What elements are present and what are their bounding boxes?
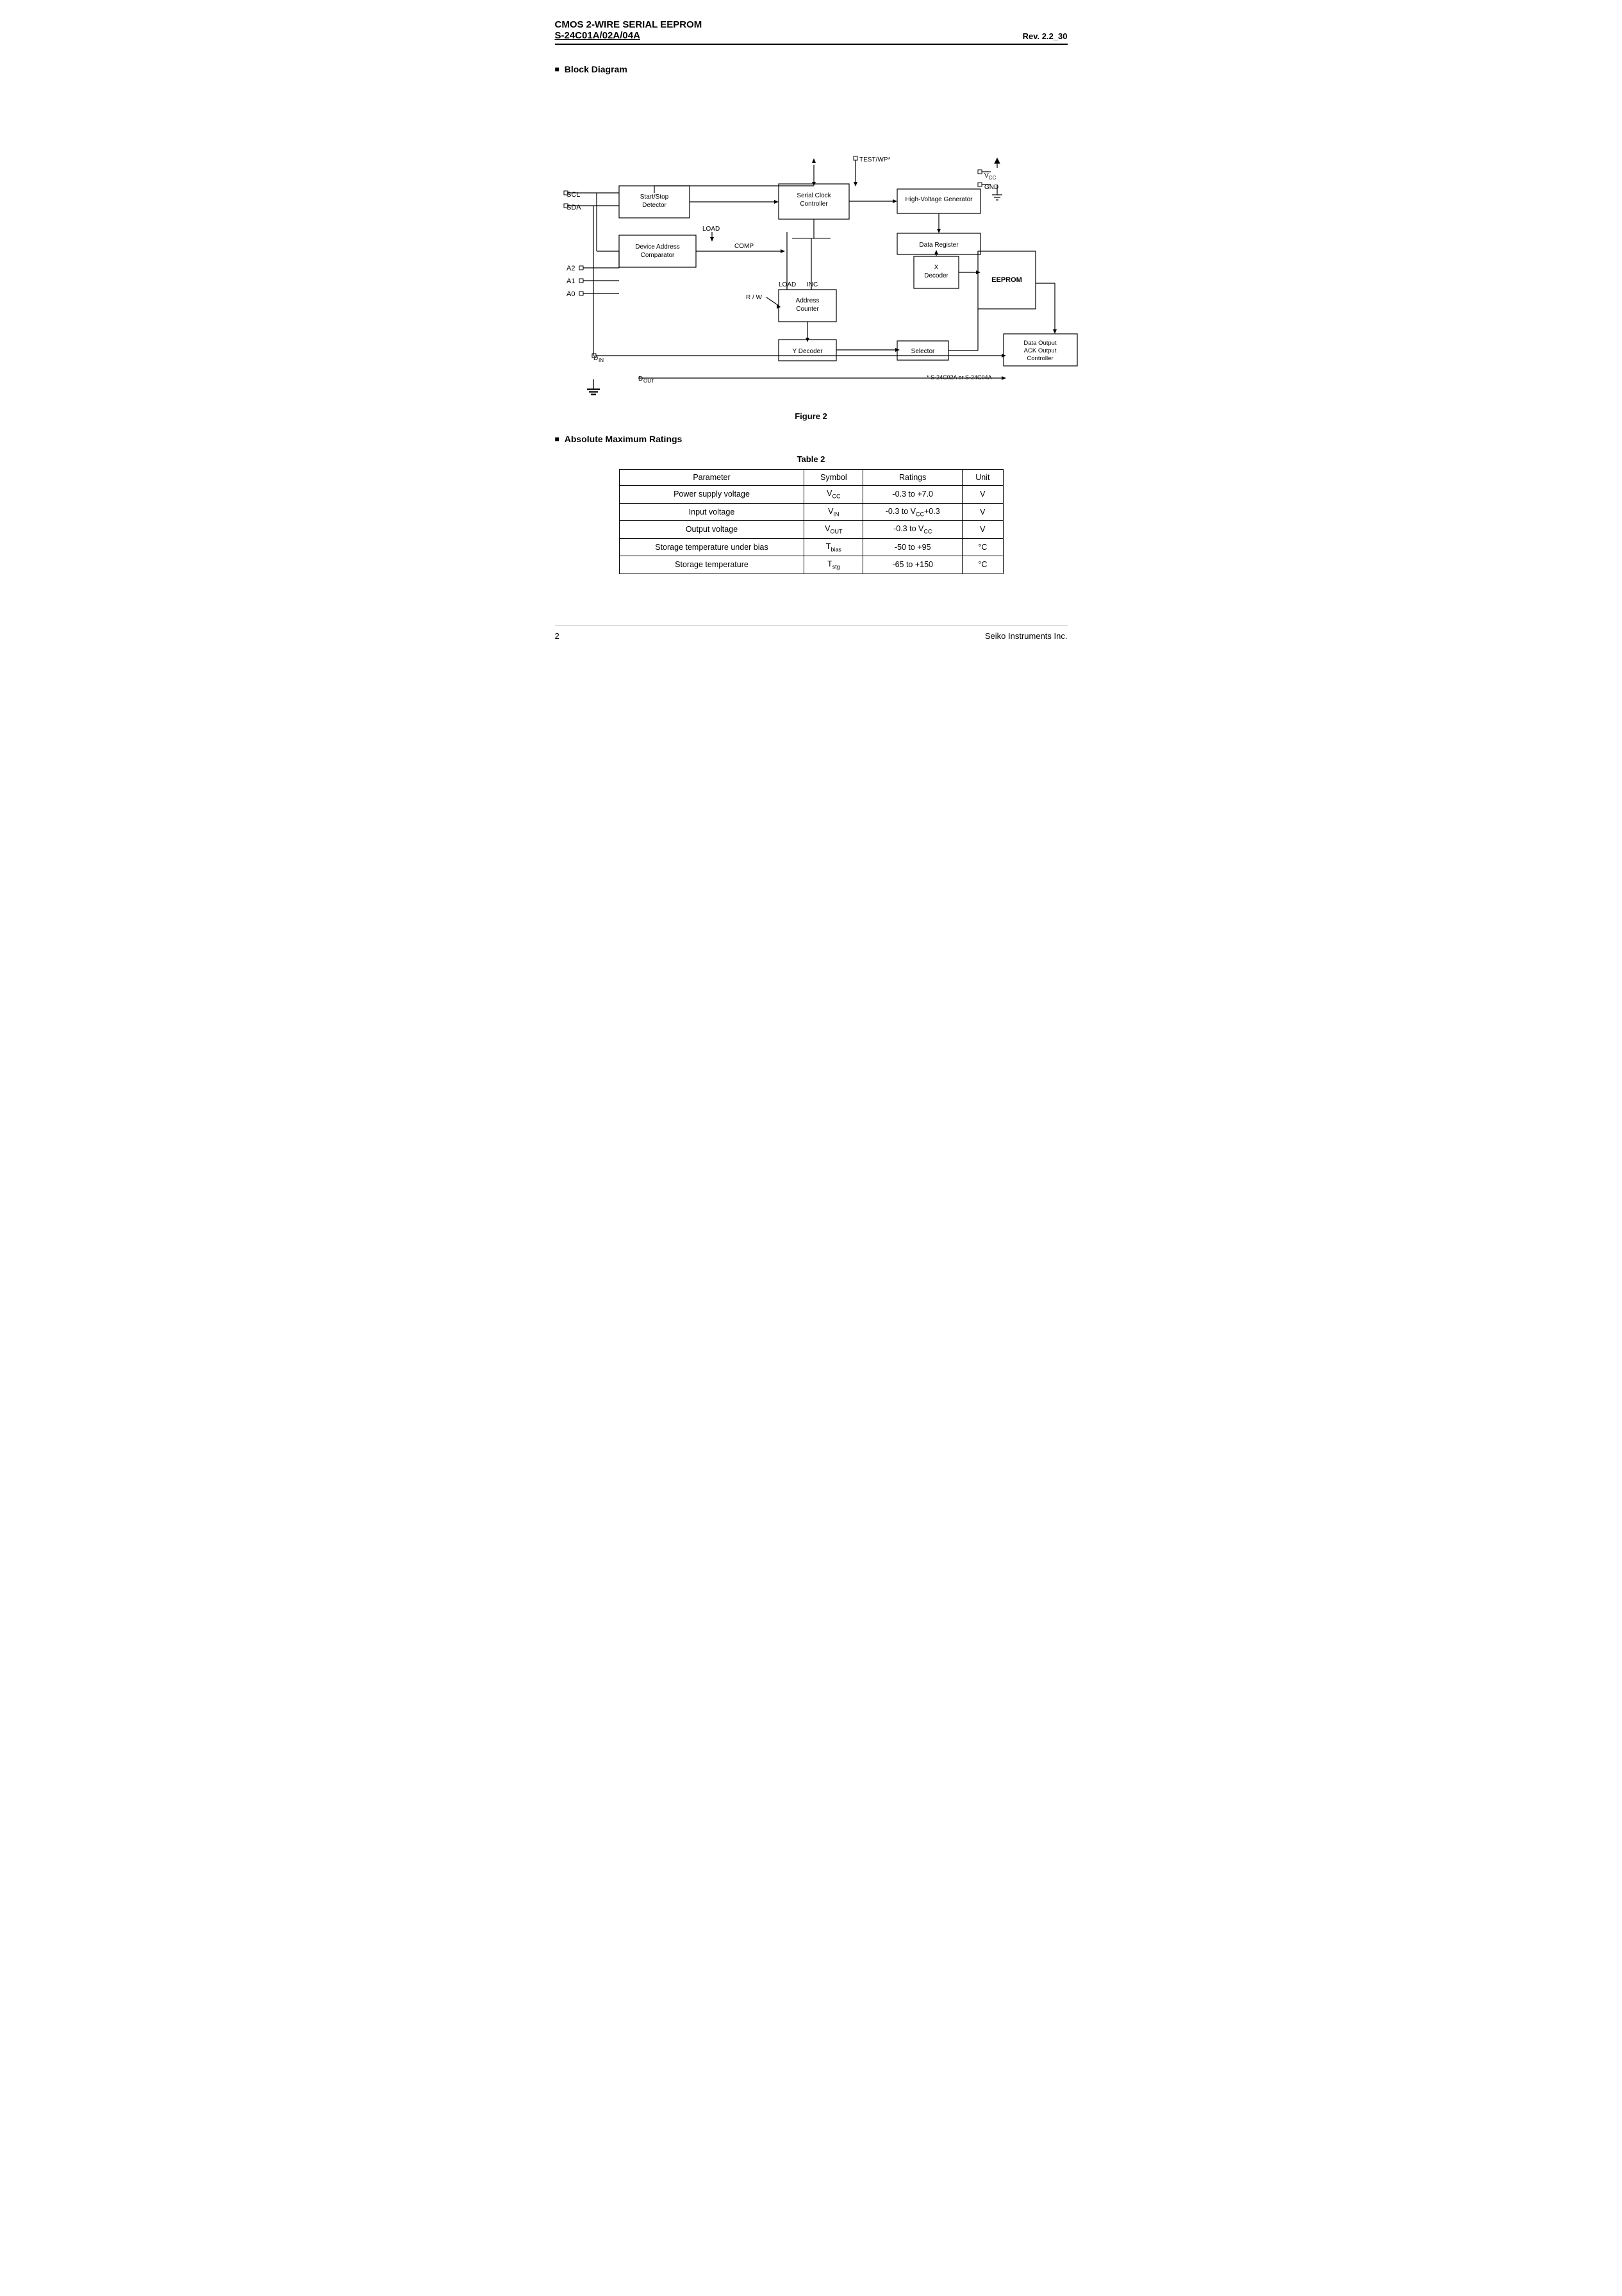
serial-clock-label: Serial Clock	[797, 192, 831, 199]
page-header: CMOS 2-WIRE SERIAL EEPROM S-24C01A/02A/0…	[555, 19, 1068, 45]
dout-label: D	[638, 376, 643, 383]
table-row: Input voltage VIN -0.3 to VCC+0.3 V	[619, 503, 1003, 521]
sym-3: VOUT	[804, 521, 863, 539]
rat-5: -65 to +150	[863, 556, 963, 574]
table-row: Output voltage VOUT -0.3 to VCC V	[619, 521, 1003, 539]
rw-label: R / W	[746, 294, 763, 301]
gnd-label: GND	[984, 184, 998, 191]
block-diagram-svg: SCL SDA Start/Stop Detector Device Addre…	[555, 85, 1080, 405]
page-number: 2	[555, 631, 559, 641]
ratings-heading: Absolute Maximum Ratings	[555, 434, 1068, 444]
figure-caption: Figure 2	[555, 411, 1068, 421]
rat-3: -0.3 to VCC	[863, 521, 963, 539]
hv-gen-label: High-Voltage Generator	[905, 196, 973, 203]
start-stop-label: Start/Stop	[640, 194, 668, 201]
table-row: Power supply voltage VCC -0.3 to +7.0 V	[619, 486, 1003, 504]
detector-label: Detector	[642, 202, 666, 209]
col-symbol: Symbol	[804, 470, 863, 486]
comparator-label: Comparator	[640, 252, 674, 259]
test-wp-label: TEST/WP*	[859, 156, 890, 163]
data-out-label: Data Output	[1023, 340, 1057, 347]
col-unit: Unit	[963, 470, 1003, 486]
sda-label: SDA	[567, 204, 581, 211]
unit-5: °C	[963, 556, 1003, 574]
a0-label: A0	[567, 290, 575, 298]
ack-out-label: ACK Output	[1023, 347, 1056, 354]
sym-1: VCC	[804, 486, 863, 504]
device-addr-comp-label: Device Address	[635, 244, 679, 251]
sym-4: Tbias	[804, 538, 863, 556]
data-reg-label: Data Register	[919, 242, 959, 249]
unit-3: V	[963, 521, 1003, 539]
a2-label: A2	[567, 265, 575, 272]
controller-label: Controller	[800, 201, 828, 208]
ratings-table: Parameter Symbol Ratings Unit Power supp…	[619, 469, 1004, 574]
x-decoder-label2: Decoder	[924, 272, 948, 279]
load-label1: LOAD	[702, 226, 720, 233]
scl-label: SCL	[567, 191, 580, 199]
rat-4: -50 to +95	[863, 538, 963, 556]
col-parameter: Parameter	[619, 470, 804, 486]
comp-label: COMP	[734, 243, 754, 250]
company-name: Seiko Instruments Inc.	[985, 631, 1068, 641]
header-revision: Rev. 2.2_30	[1023, 31, 1068, 41]
unit-4: °C	[963, 538, 1003, 556]
y-decoder-label: Y Decoder	[792, 348, 823, 355]
vcc-label: VCC	[984, 172, 996, 181]
param-2: Input voltage	[619, 503, 804, 521]
addr-counter-label: Address	[795, 297, 819, 304]
inc-label: INC	[807, 281, 818, 288]
page-footer: 2 Seiko Instruments Inc.	[555, 625, 1068, 641]
block-diagram-heading: Block Diagram	[555, 64, 1068, 74]
selector-label: Selector	[911, 348, 934, 355]
param-1: Power supply voltage	[619, 486, 804, 504]
controller-label2: Controller	[1027, 355, 1053, 362]
footnote: * S-24C02A or S-24C04A	[927, 374, 992, 381]
rat-1: -0.3 to +7.0	[863, 486, 963, 504]
din-sub: IN	[599, 358, 604, 363]
block-diagram-container: SCL SDA Start/Stop Detector Device Addre…	[555, 85, 1080, 405]
dout-sub: OUT	[643, 378, 654, 384]
param-4: Storage temperature under bias	[619, 538, 804, 556]
param-3: Output voltage	[619, 521, 804, 539]
eeprom-label: EEPROM	[991, 276, 1022, 284]
col-ratings: Ratings	[863, 470, 963, 486]
header-title-line2: S-24C01A/02A/04A	[555, 30, 702, 41]
sym-2: VIN	[804, 503, 863, 521]
a1-label: A1	[567, 277, 575, 285]
x-decoder-label: X	[934, 264, 938, 271]
table-caption: Table 2	[555, 454, 1068, 464]
sym-5: Tstg	[804, 556, 863, 574]
unit-2: V	[963, 503, 1003, 521]
header-title-line1: CMOS 2-WIRE SERIAL EEPROM	[555, 19, 702, 30]
table-row: Storage temperature under bias Tbias -50…	[619, 538, 1003, 556]
load-label2: LOAD	[779, 281, 796, 288]
table-row: Storage temperature Tstg -65 to +150 °C	[619, 556, 1003, 574]
param-5: Storage temperature	[619, 556, 804, 574]
unit-1: V	[963, 486, 1003, 504]
counter-label: Counter	[796, 306, 819, 313]
rat-2: -0.3 to VCC+0.3	[863, 503, 963, 521]
